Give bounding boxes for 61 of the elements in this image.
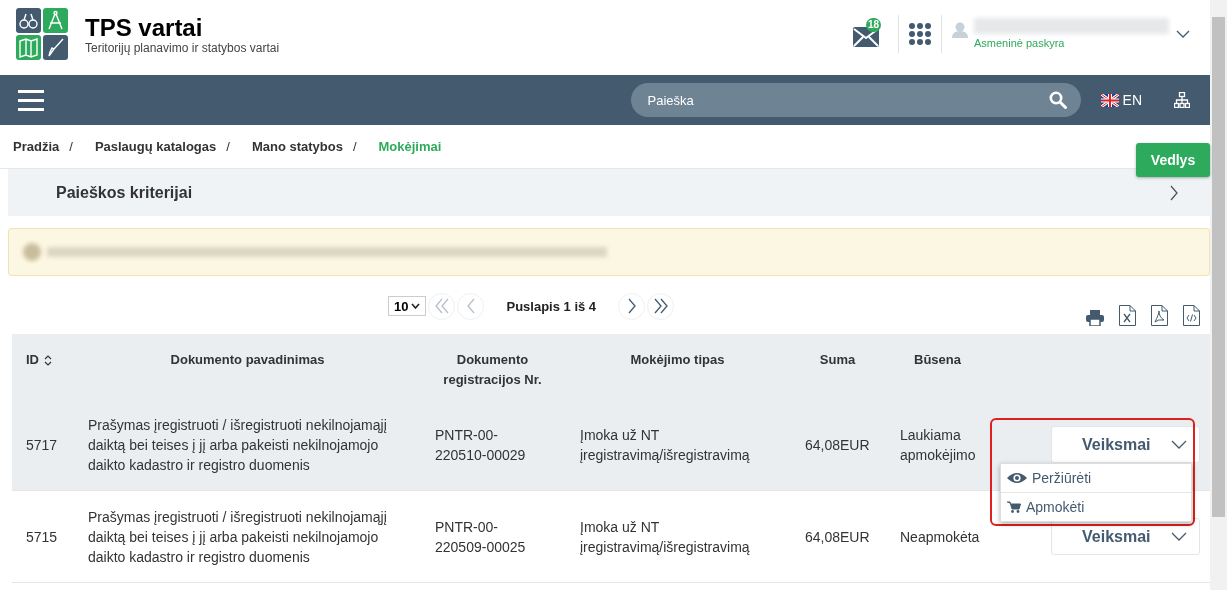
- scrollbar-thumb[interactable]: [1212, 17, 1225, 517]
- table-cell-text: PNTR-00-220510-00029: [435, 425, 527, 465]
- last-page-button[interactable]: [647, 292, 675, 320]
- search-icon[interactable]: [1048, 91, 1067, 109]
- breadcrumb-link[interactable]: Pradžia: [13, 139, 60, 154]
- table-cell-text: Laukiama apmokėjimo: [900, 425, 977, 465]
- double-chevron-right-icon[interactable]: [652, 298, 669, 314]
- page-indicator: Puslapis 1 iš 4: [506, 298, 597, 314]
- chevron-down-icon[interactable]: [1171, 532, 1187, 541]
- next-page-button[interactable]: [618, 292, 646, 320]
- chevron-right-icon[interactable]: [1168, 184, 1180, 201]
- page-size-select[interactable]: 10: [388, 296, 427, 316]
- logo-icon[interactable]: [16, 7, 68, 60]
- search-field[interactable]: Paieška: [630, 83, 1081, 117]
- pdf-file-icon[interactable]: [1151, 304, 1168, 326]
- apps-grid-icon[interactable]: [909, 22, 931, 45]
- flag-icon[interactable]: [1100, 93, 1119, 107]
- breadcrumb-separator: /: [69, 139, 73, 154]
- menu-item[interactable]: Peržiūrėti: [1001, 464, 1191, 492]
- table-cell-text: 64,08EUR: [805, 435, 870, 455]
- chevron-down-icon[interactable]: [1176, 29, 1190, 38]
- table-cell-text: 5715: [26, 527, 58, 547]
- excel-file-icon[interactable]: [1119, 304, 1136, 326]
- breadcrumb-link[interactable]: Paslaugų katalogas: [94, 139, 217, 154]
- app-title: TPS vartai: [85, 14, 204, 41]
- menu-icon[interactable]: [18, 89, 44, 111]
- breadcrumb-separator: /: [226, 139, 230, 154]
- table-cell-text: Įmoka už NT įregistravimą/išregistravimą: [580, 517, 751, 557]
- table-cell-text: PNTR-00-220509-00025: [435, 517, 527, 557]
- eye-icon: [1007, 472, 1027, 484]
- table-cell-text: 5717: [26, 435, 58, 455]
- table-cell-text: Įmoka už NT įregistravimą/išregistravimą: [580, 425, 751, 465]
- table-cell-text: Neapmokėta: [900, 527, 980, 547]
- table-cell-text: Prašymas įregistruoti / išregistruoti nekilnojamąjį daiktą bei teises į jį arba pakeisti nekilnojamojo daikto kadastro ir registro duomenis: [88, 507, 388, 567]
- app-subtitle: Teritorijų planavimo ir statybos vartai: [85, 40, 280, 55]
- search-criteria-panel[interactable]: Paieškos kriterijai: [8, 169, 1210, 216]
- breadcrumb-separator: /: [352, 139, 357, 154]
- chevron-down-icon[interactable]: [1171, 440, 1187, 449]
- printer-icon[interactable]: [1086, 309, 1104, 326]
- language-button[interactable]: EN: [1098, 90, 1144, 110]
- actions-dropdown-button[interactable]: Veiksmai: [1051, 426, 1200, 463]
- column-header: Dokumento pavadinimas: [170, 352, 325, 367]
- scrollbar[interactable]: [1210, 0, 1227, 590]
- unread-count-badge: 18: [866, 17, 882, 32]
- redacted-icon: [23, 243, 41, 261]
- column-header[interactable]: ID: [26, 350, 39, 370]
- menu-item[interactable]: Apmokėti: [1001, 492, 1191, 521]
- panel-title: Paieškos kriterijai: [56, 183, 193, 202]
- column-header: Mokėjimo tipas: [630, 352, 725, 367]
- envelope-icon[interactable]: [853, 26, 879, 47]
- code-file-icon[interactable]: [1183, 304, 1200, 326]
- breadcrumb-link[interactable]: Mano statybos: [251, 139, 343, 154]
- sitemap-icon[interactable]: [1174, 92, 1190, 108]
- table-cell-text: 64,08EUR: [805, 527, 870, 547]
- sort-icon[interactable]: [44, 355, 52, 366]
- column-header: Būsena: [914, 352, 961, 367]
- table-cell-text: Prašymas įregistruoti / išregistruoti nekilnojamąjį daiktą bei teises į jį arba pakeisti nekilnojamojo daikto kadastro ir registro duomenis: [88, 415, 388, 475]
- column-header: Suma: [819, 352, 856, 367]
- column-header: Dokumento registracijos Nr.: [443, 352, 542, 387]
- cart-icon: [1007, 501, 1021, 513]
- chevron-down-icon[interactable]: [411, 303, 421, 309]
